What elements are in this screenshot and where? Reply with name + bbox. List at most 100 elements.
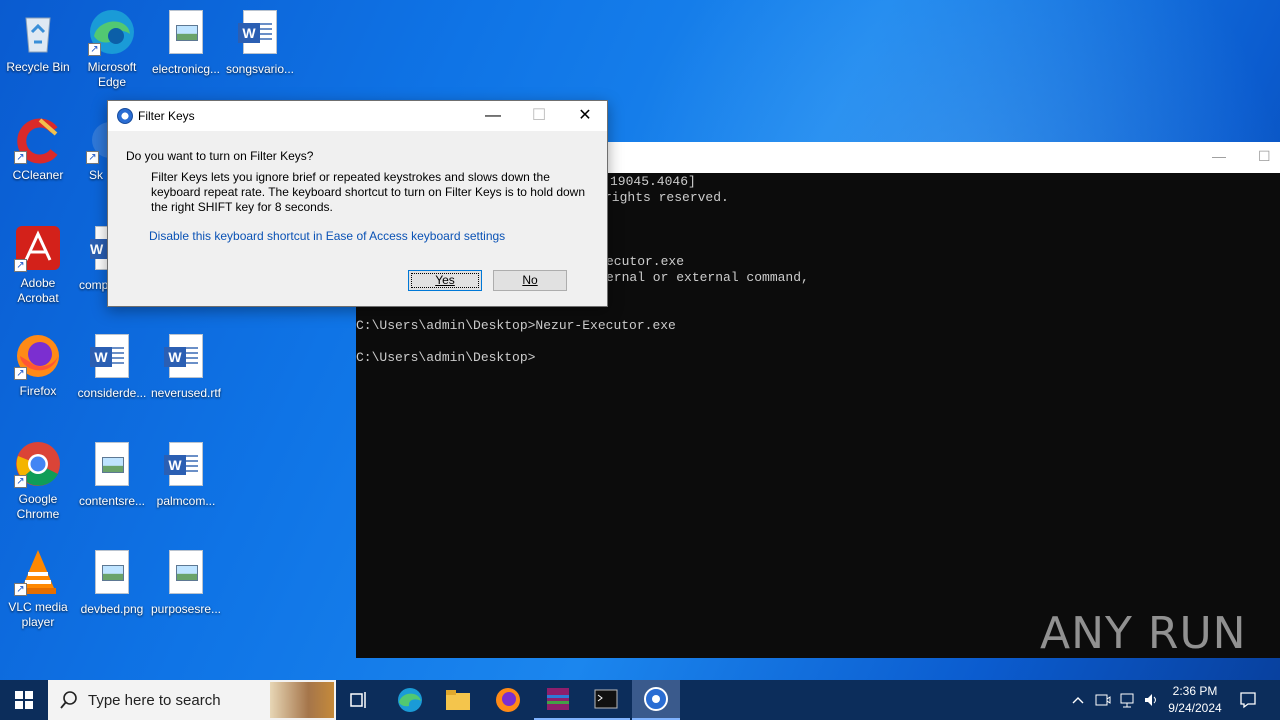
ease-of-access-icon bbox=[644, 687, 668, 711]
desktop-icon-palmcom[interactable]: W palmcom... bbox=[148, 440, 224, 509]
folder-icon bbox=[446, 690, 470, 710]
desktop-icon-label: neverused.rtf bbox=[150, 386, 222, 400]
desktop-icon-ccleaner[interactable]: ↗ CCleaner bbox=[0, 116, 76, 183]
firefox-icon: ↗ bbox=[14, 332, 62, 380]
shortcut-arrow-icon: ↗ bbox=[14, 259, 27, 272]
ease-of-access-icon bbox=[117, 108, 133, 124]
dialog-titlebar[interactable]: Filter Keys — ☐ ✕ bbox=[108, 101, 607, 131]
cmd-prompt[interactable]: C:\Users\admin\Desktop> bbox=[356, 350, 535, 366]
taskbar-firefox[interactable] bbox=[484, 680, 532, 720]
edge-icon bbox=[398, 688, 422, 712]
minimize-icon[interactable]: — bbox=[478, 105, 508, 127]
desktop-icon-label: comp bbox=[79, 278, 108, 292]
taskbar-cmd[interactable] bbox=[582, 680, 630, 720]
desktop-icon-label: Recycle Bin bbox=[6, 60, 70, 74]
ccleaner-icon: ↗ bbox=[14, 116, 62, 164]
image-file-icon bbox=[88, 442, 136, 490]
word-file-icon: W bbox=[236, 10, 284, 58]
yes-button[interactable]: Yes bbox=[408, 270, 482, 291]
word-file-icon: W bbox=[88, 226, 108, 274]
desktop-icon-firefox[interactable]: ↗ Firefox bbox=[0, 332, 76, 399]
cmd-output-line: ernal or external command, bbox=[606, 270, 809, 285]
cmd-output-line: C:\Users\admin\Desktop>Nezur-Executor.ex… bbox=[356, 318, 676, 333]
dialog-question: Do you want to turn on Filter Keys? bbox=[126, 149, 314, 163]
word-file-icon: W bbox=[88, 334, 136, 382]
desktop-icon-label: electronicg... bbox=[151, 62, 221, 76]
shortcut-arrow-icon: ↗ bbox=[14, 475, 27, 488]
acrobat-icon: ↗ bbox=[14, 224, 62, 272]
volume-icon bbox=[1145, 694, 1156, 706]
search-placeholder: Type here to search bbox=[88, 692, 221, 709]
desktop-icon-comp[interactable]: W comp bbox=[74, 224, 108, 293]
desktop-icon-devbed[interactable]: devbed.png bbox=[74, 548, 150, 617]
desktop-icon-vlc[interactable]: ↗ VLC media player bbox=[0, 548, 76, 630]
tray-volume[interactable] bbox=[1140, 680, 1162, 720]
chevron-up-icon bbox=[1072, 697, 1084, 704]
desktop-icon-electronicg[interactable]: electronicg... bbox=[148, 8, 224, 77]
terminal-icon bbox=[594, 689, 618, 709]
desktop-icon-label: purposesre... bbox=[150, 602, 222, 616]
word-file-icon: W bbox=[162, 334, 210, 382]
desktop-icon-edge[interactable]: ↗ Microsoft Edge bbox=[74, 8, 150, 90]
taskbar-file-explorer[interactable] bbox=[434, 680, 482, 720]
task-view-button[interactable] bbox=[336, 680, 384, 720]
taskbar: Type here to search 2:36 PM 9/24/2024 bbox=[0, 680, 1280, 720]
cmd-output-line: rights reserved. bbox=[604, 190, 729, 205]
search-highlight-image bbox=[270, 682, 334, 718]
image-file-icon bbox=[162, 10, 210, 58]
desktop-icon-chrome[interactable]: ↗ Google Chrome bbox=[0, 440, 76, 522]
word-file-icon: W bbox=[162, 442, 210, 490]
action-center-button[interactable] bbox=[1230, 680, 1266, 720]
image-file-icon bbox=[88, 550, 136, 598]
desktop-icon-songsvario[interactable]: W songsvario... bbox=[222, 8, 298, 77]
desktop-icon-considerde[interactable]: W considerde... bbox=[74, 332, 150, 401]
close-icon[interactable]: ✕ bbox=[570, 105, 600, 127]
task-view-icon bbox=[350, 692, 366, 708]
shortcut-arrow-icon: ↗ bbox=[14, 151, 27, 164]
desktop-icon-label: Google Chrome bbox=[16, 492, 60, 521]
taskbar-winrar[interactable] bbox=[534, 680, 582, 720]
desktop-icon-label: contentsre... bbox=[78, 494, 146, 508]
start-button[interactable] bbox=[0, 680, 48, 720]
cmd-output-line: 19045.4046] bbox=[610, 174, 696, 189]
desktop-icon-neverused[interactable]: W neverused.rtf bbox=[148, 332, 224, 401]
desktop-icon-label: Microsoft Edge bbox=[87, 60, 137, 89]
desktop-icon-label: VLC media player bbox=[8, 600, 68, 629]
windows-icon bbox=[15, 691, 33, 709]
search-icon bbox=[60, 691, 77, 709]
camera-icon bbox=[1095, 694, 1111, 706]
image-file-icon bbox=[162, 550, 210, 598]
desktop-icon-recycle-bin[interactable]: Recycle Bin bbox=[0, 8, 76, 75]
firefox-icon bbox=[496, 688, 520, 712]
desktop-icon-contentsre[interactable]: contentsre... bbox=[74, 440, 150, 509]
winrar-icon bbox=[547, 688, 569, 710]
minimize-icon[interactable]: — bbox=[1212, 148, 1226, 164]
tray-meet-now[interactable] bbox=[1092, 680, 1114, 720]
desktop-icon-label: devbed.png bbox=[80, 602, 144, 616]
show-hidden-icons[interactable] bbox=[1068, 680, 1088, 720]
chrome-icon: ↗ bbox=[14, 440, 62, 488]
clock-date[interactable]: 9/24/2024 bbox=[1164, 701, 1226, 715]
desktop-icon-acrobat[interactable]: ↗ Adobe Acrobat bbox=[0, 224, 76, 306]
vlc-icon: ↗ bbox=[14, 548, 62, 596]
taskbar-edge[interactable] bbox=[386, 680, 434, 720]
desktop-icon-label: songsvario... bbox=[225, 62, 295, 76]
filter-keys-dialog[interactable]: Filter Keys — ☐ ✕ Do you want to turn on… bbox=[107, 100, 608, 307]
dialog-description: Filter Keys lets you ignore brief or rep… bbox=[151, 170, 586, 214]
desktop-icon-label: considerde... bbox=[77, 386, 147, 400]
disable-shortcut-link[interactable]: Disable this keyboard shortcut in Ease o… bbox=[149, 229, 505, 243]
notification-icon bbox=[1240, 692, 1256, 709]
cmd-output-line: ecutor.exe bbox=[606, 254, 685, 269]
taskbar-filter-keys[interactable] bbox=[632, 680, 680, 720]
taskbar-search[interactable]: Type here to search bbox=[48, 680, 336, 720]
maximize-icon[interactable]: ☐ bbox=[1258, 148, 1271, 165]
clock-time[interactable]: 2:36 PM bbox=[1164, 684, 1226, 698]
desktop-icon-label: Adobe Acrobat bbox=[17, 276, 59, 305]
edge-icon: ↗ bbox=[88, 8, 136, 56]
recycle-bin-icon bbox=[14, 8, 62, 56]
no-button[interactable]: No bbox=[493, 270, 567, 291]
desktop-icon-label: CCleaner bbox=[12, 168, 64, 182]
tray-network[interactable] bbox=[1116, 680, 1138, 720]
desktop-icon-purposesre[interactable]: purposesre... bbox=[148, 548, 224, 617]
shortcut-arrow-icon: ↗ bbox=[14, 367, 27, 380]
